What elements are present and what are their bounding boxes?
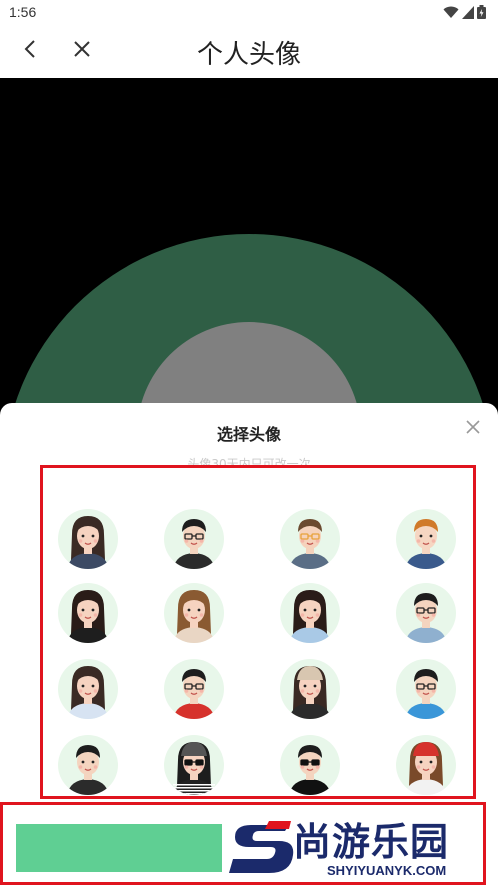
page-title: 个人头像 — [196, 40, 301, 70]
avatar-option[interactable] — [55, 656, 121, 722]
confirm-button[interactable] — [16, 824, 222, 872]
avatar-grid — [40, 465, 476, 799]
avatar-illustration-icon — [280, 583, 340, 643]
battery-icon — [477, 4, 486, 23]
avatar-illustration-icon — [58, 509, 118, 569]
avatar-illustration-icon — [396, 583, 456, 643]
signal-icon — [462, 4, 474, 23]
avatar-illustration-icon — [164, 659, 224, 719]
avatar-illustration-icon — [58, 583, 118, 643]
status-time: 1:56 — [9, 4, 37, 20]
wifi-icon — [443, 4, 459, 23]
avatar-option[interactable] — [393, 732, 459, 796]
avatar-option[interactable] — [277, 732, 343, 796]
avatar-illustration-icon — [164, 583, 224, 643]
avatar-option[interactable] — [55, 506, 121, 572]
avatar-option[interactable] — [277, 580, 343, 646]
avatar-option[interactable] — [161, 656, 227, 722]
avatar-option[interactable] — [161, 580, 227, 646]
avatar-illustration-icon — [164, 509, 224, 569]
avatar-illustration-icon — [396, 509, 456, 569]
status-bar: 1:56 — [0, 0, 498, 26]
avatar-option[interactable] — [55, 732, 121, 796]
avatar-illustration-icon — [396, 735, 456, 795]
avatar-illustration-icon — [58, 659, 118, 719]
watermark-url: SHYIYUANYK.COM — [327, 863, 447, 878]
avatar-option[interactable] — [277, 656, 343, 722]
sheet-title: 选择头像 — [216, 425, 281, 444]
avatar-illustration-icon — [58, 735, 118, 795]
avatar-illustration-icon — [280, 659, 340, 719]
avatar-option[interactable] — [161, 732, 227, 796]
avatar-preview — [0, 78, 498, 418]
avatar-option[interactable] — [55, 580, 121, 646]
sheet-close-button[interactable] — [462, 418, 484, 440]
brand-s-logo-icon — [229, 821, 294, 873]
avatar-option[interactable] — [393, 506, 459, 572]
close-icon — [465, 419, 481, 439]
watermark-logo: 尚游乐园 SHYIYUANYK.COM — [229, 811, 483, 882]
avatar-illustration-icon — [280, 509, 340, 569]
avatar-option[interactable] — [393, 656, 459, 722]
avatar-illustration-icon — [396, 659, 456, 719]
avatar-illustration-icon — [280, 735, 340, 795]
avatar-illustration-icon — [164, 735, 224, 795]
screen: 1:56 个人头像 选择头像 头像30天内只可改一次 尚游乐园 SHYIYUAN… — [0, 0, 498, 885]
avatar-option[interactable] — [161, 506, 227, 572]
bottom-action-bar: 尚游乐园 SHYIYUANYK.COM — [0, 802, 486, 885]
status-icons — [443, 4, 486, 23]
avatar-option[interactable] — [277, 506, 343, 572]
watermark-brand: 尚游乐园 — [293, 820, 450, 864]
title-bar: 个人头像 — [0, 26, 498, 78]
avatar-option[interactable] — [393, 580, 459, 646]
